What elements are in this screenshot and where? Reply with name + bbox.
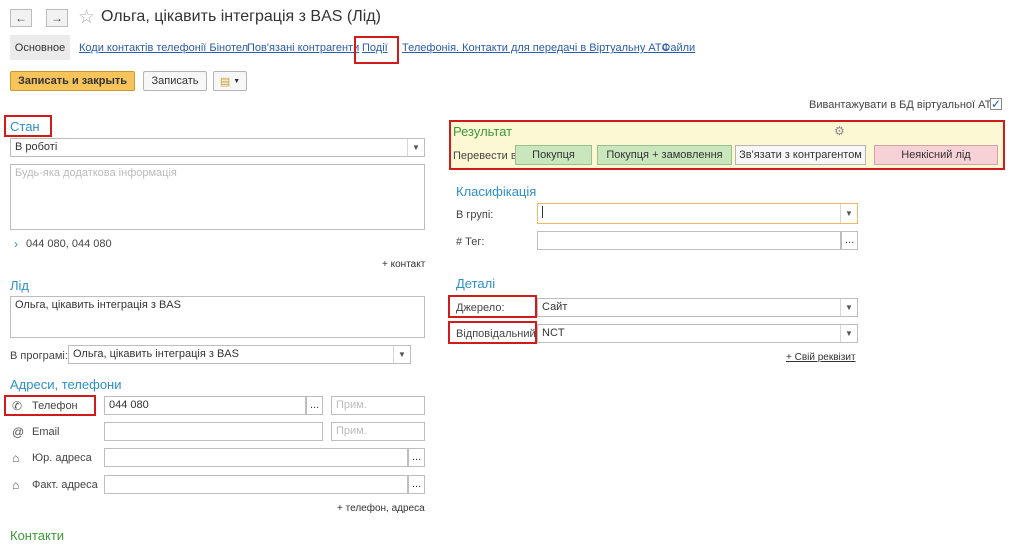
state-phones: 044 080, 044 080: [26, 238, 112, 250]
convert-buyer-button[interactable]: Покупця: [515, 145, 592, 165]
state-value: В роботі: [15, 141, 58, 153]
responsible-value: NCT: [542, 327, 565, 339]
page-title: Ольга, цікавить інтеграція з BAS (Лід): [101, 8, 381, 25]
responsible-select[interactable]: NCT ▼: [537, 324, 858, 343]
legal-address-more-button[interactable]: ...: [408, 448, 425, 467]
tab-binotel-codes[interactable]: Коди контактів телефонії Бінотел: [79, 42, 248, 54]
program-label: В програмі:: [10, 350, 68, 362]
phone-more-button[interactable]: ...: [306, 396, 323, 415]
state-note-placeholder: Будь-яка додаткова інформація: [15, 167, 177, 179]
gear-icon[interactable]: ⚙: [834, 124, 845, 138]
link-counterparty-button[interactable]: Зв'язати з контрагентом: [735, 145, 866, 165]
actual-address-input[interactable]: [104, 475, 408, 494]
upload-label: Вивантажувати в БД віртуальної АТС:: [809, 99, 1003, 111]
lead-textarea[interactable]: Ольга, цікавить інтеграція з BAS: [10, 296, 425, 338]
source-select[interactable]: Сайт ▼: [537, 298, 858, 317]
chevron-down-icon[interactable]: ▼: [840, 325, 857, 342]
program-value: Ольга, цікавить інтеграція з BAS: [73, 348, 239, 360]
tag-more-button[interactable]: ...: [841, 231, 858, 250]
add-phone-address-link[interactable]: + телефон, адреса: [337, 503, 425, 514]
add-contact-link[interactable]: + контакт: [382, 259, 425, 270]
tab-files[interactable]: Файли: [662, 42, 695, 54]
program-select[interactable]: Ольга, цікавить інтеграція з BAS ▼: [68, 345, 411, 364]
source-value: Сайт: [542, 301, 568, 313]
save-button[interactable]: Записать: [143, 71, 207, 91]
highlight-source-label: [448, 295, 537, 318]
home-icon: ⌂: [12, 451, 20, 465]
lead-section-title: Лід: [10, 278, 30, 293]
forward-button[interactable]: →: [46, 9, 68, 27]
chevron-down-icon[interactable]: ▼: [840, 299, 857, 316]
home-icon: ⌂: [12, 478, 20, 492]
highlight-state-title: [4, 115, 52, 137]
state-select[interactable]: В роботі ▼: [10, 138, 425, 157]
highlight-phone-label: [4, 395, 96, 416]
actual-address-label: Факт. адреса: [32, 479, 98, 491]
at-icon: @: [12, 425, 25, 439]
tab-related-counterparties[interactable]: Пов'язані контрагенти: [247, 42, 359, 54]
favorite-star-icon[interactable]: ☆: [78, 6, 95, 29]
contacts-section-title: Контакти: [10, 528, 65, 543]
check-icon: ✓: [991, 97, 1002, 111]
result-section-title: Результат: [453, 124, 513, 139]
upload-checkbox[interactable]: ✓: [990, 98, 1002, 110]
phone-note-placeholder: Прим.: [336, 399, 367, 411]
email-input[interactable]: [104, 422, 323, 441]
poor-lead-button[interactable]: Неякісний лід: [874, 145, 998, 165]
chevron-down-icon[interactable]: ▼: [407, 139, 424, 156]
tag-label: # Тег:: [456, 236, 485, 248]
classification-section-title: Класифікація: [456, 184, 537, 199]
addresses-section-title: Адреси, телефони: [10, 377, 122, 392]
chevron-down-icon[interactable]: ▼: [840, 204, 857, 223]
group-select[interactable]: ▼: [537, 203, 858, 224]
save-and-close-button[interactable]: Записать и закрыть: [10, 71, 135, 91]
phone-note-input[interactable]: Прим.: [331, 396, 425, 415]
phone-value: 044 080: [109, 399, 149, 411]
email-label: Email: [32, 426, 60, 438]
phone-input[interactable]: 044 080: [104, 396, 306, 415]
document-icon: ▤: [219, 75, 231, 88]
email-note-input[interactable]: Прим.: [331, 422, 425, 441]
own-attribute-link[interactable]: + Свій реквізит: [786, 352, 856, 363]
report-dropdown-button[interactable]: ▤ ▼: [213, 71, 247, 91]
arrow-left-icon: ←: [15, 11, 27, 25]
highlight-responsible-label: [448, 321, 537, 344]
state-note-textarea[interactable]: Будь-яка додаткова інформація: [10, 164, 425, 230]
text-cursor: [542, 206, 543, 219]
chevron-down-icon: ▼: [233, 77, 241, 85]
chevron-down-icon[interactable]: ▼: [393, 346, 410, 363]
tab-main[interactable]: Основное: [10, 35, 70, 60]
details-section-title: Деталі: [456, 276, 496, 291]
convert-label: Перевести в:: [453, 150, 520, 162]
tag-input[interactable]: [537, 231, 841, 250]
chevron-right-icon[interactable]: ›: [14, 237, 18, 251]
back-button[interactable]: ←: [10, 9, 32, 27]
legal-address-input[interactable]: [104, 448, 408, 467]
tab-telephony-contacts[interactable]: Телефонія. Контакти для передачі в Вірту…: [402, 42, 670, 54]
lead-text: Ольга, цікавить інтеграція з BAS: [15, 299, 181, 311]
group-label: В групі:: [456, 209, 494, 221]
email-note-placeholder: Прим.: [336, 425, 367, 437]
arrow-right-icon: →: [51, 11, 63, 25]
convert-buyer-order-button[interactable]: Покупця + замовлення: [597, 145, 732, 165]
highlight-events-tab: [354, 36, 399, 64]
actual-address-more-button[interactable]: ...: [408, 475, 425, 494]
legal-address-label: Юр. адреса: [32, 452, 92, 464]
